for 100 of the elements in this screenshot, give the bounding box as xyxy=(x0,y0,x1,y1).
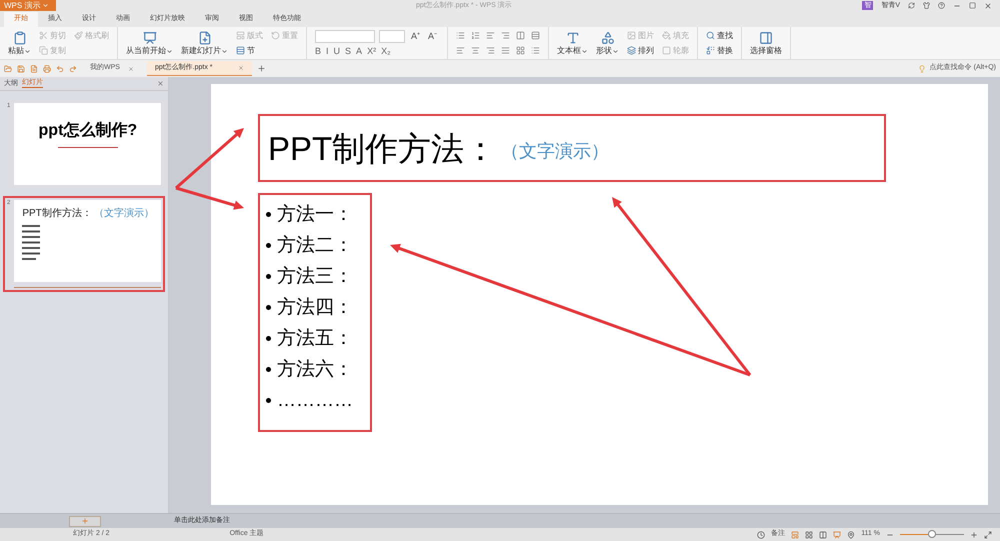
image-icon[interactable] xyxy=(627,31,636,40)
bullet-icon xyxy=(266,274,271,279)
undo-icon[interactable] xyxy=(56,64,64,72)
sync-icon[interactable] xyxy=(908,2,915,9)
thumbnail-title: PPT制作方法： xyxy=(22,206,92,221)
copy-icon[interactable] xyxy=(39,46,48,55)
format-button[interactable]: B xyxy=(315,47,322,56)
zoom-in-icon[interactable] xyxy=(970,530,978,538)
plus-icon xyxy=(80,517,88,525)
slideshow-icon[interactable] xyxy=(833,530,842,538)
ribbon-large-button[interactable]: 文本框 xyxy=(557,47,582,55)
ribbon-large-button[interactable]: 形状 xyxy=(596,47,612,55)
bullet-icon xyxy=(266,398,271,403)
bullet-item: 方法二： xyxy=(277,236,353,255)
document-icon[interactable] xyxy=(30,64,38,72)
bullet-item: 方法三： xyxy=(277,267,353,286)
new-tab-icon[interactable] xyxy=(256,64,266,73)
columns-view-icon[interactable] xyxy=(819,530,828,538)
shirt-icon[interactable] xyxy=(923,2,930,9)
paragraph-icon[interactable] xyxy=(456,31,466,40)
format-button[interactable]: I xyxy=(326,47,329,56)
content-placeholder[interactable]: 方法一： 方法二： 方法三： 方法四： 方法五： 方法六： ………… xyxy=(258,193,372,432)
paragraph-icon[interactable] xyxy=(471,31,480,40)
paragraph-icon[interactable] xyxy=(516,31,526,40)
new-page-icon[interactable] xyxy=(198,31,212,45)
format-button[interactable]: S xyxy=(345,47,352,56)
paragraph-icon[interactable] xyxy=(501,31,510,40)
brush-icon[interactable] xyxy=(74,31,83,40)
close-icon[interactable] xyxy=(238,65,244,71)
bullet-icon xyxy=(266,212,271,217)
bullet-icon xyxy=(266,305,271,310)
bullet-item: ………… xyxy=(277,391,353,410)
scissors-icon[interactable] xyxy=(39,31,48,40)
ribbon-small-button[interactable]: 替换 xyxy=(717,46,734,54)
caret-icon[interactable] xyxy=(24,48,31,54)
ribbon-large-button[interactable]: 从当前开始 xyxy=(126,47,166,55)
title-placeholder[interactable]: PPT制作方法：（文字演示） xyxy=(258,114,886,182)
format-button[interactable]: X² xyxy=(367,47,376,56)
format-button[interactable]: U xyxy=(334,47,340,56)
fit-window-icon[interactable] xyxy=(984,530,992,538)
grid-view-icon[interactable] xyxy=(805,530,814,538)
panel-icon[interactable] xyxy=(759,31,774,45)
bullet-icon xyxy=(266,336,271,341)
paragraph-icon[interactable] xyxy=(471,46,480,55)
layout-icon[interactable] xyxy=(236,31,245,40)
outline-icon[interactable] xyxy=(662,46,672,55)
bucket-icon[interactable] xyxy=(662,31,672,40)
zoom-thumb[interactable] xyxy=(928,530,936,538)
rows-icon[interactable] xyxy=(236,46,245,55)
slide-subtitle: （文字演示） xyxy=(501,140,610,162)
projector-icon[interactable] xyxy=(142,31,156,45)
close-icon[interactable] xyxy=(157,80,164,87)
paragraph-icon[interactable] xyxy=(501,46,510,55)
caret-icon[interactable] xyxy=(42,2,50,9)
paragraph-icon[interactable] xyxy=(531,46,540,55)
ribbon-small-button[interactable]: 排列 xyxy=(638,46,654,54)
paragraph-icon[interactable] xyxy=(456,46,466,55)
paragraph-icon[interactable] xyxy=(516,46,526,55)
text-icon[interactable] xyxy=(566,31,580,45)
folder-icon[interactable] xyxy=(4,64,12,72)
ribbon-large-button[interactable]: 选择窗格 xyxy=(750,47,782,55)
font-size-button[interactable]: A⁻ xyxy=(426,30,440,44)
close-icon[interactable] xyxy=(128,66,134,72)
paragraph-icon[interactable] xyxy=(486,31,496,40)
history-icon[interactable] xyxy=(757,530,766,538)
printer-icon[interactable] xyxy=(43,64,51,72)
font-size-field[interactable] xyxy=(379,30,405,43)
ribbon-large-button[interactable]: 粘贴 xyxy=(8,47,24,55)
reset-icon[interactable] xyxy=(271,31,280,40)
paragraph-icon[interactable] xyxy=(486,46,496,55)
pin-icon[interactable] xyxy=(847,530,856,538)
thumbnail-title: ppt怎么制作? xyxy=(38,120,138,141)
caret-icon[interactable] xyxy=(166,48,173,54)
help-icon[interactable] xyxy=(938,2,945,9)
caret-icon[interactable] xyxy=(612,48,620,54)
search-icon[interactable] xyxy=(706,31,716,40)
format-button[interactable]: X₂ xyxy=(381,47,391,56)
bullet-item: 方法五： xyxy=(277,329,353,348)
bullet-icon xyxy=(266,243,271,248)
subtitle-line-drawing xyxy=(58,147,118,148)
shapes-icon[interactable] xyxy=(600,31,615,45)
normal-view-icon[interactable] xyxy=(791,530,800,538)
clipboard-icon[interactable] xyxy=(12,31,26,45)
thumbnail-subtitle: （文字演示） xyxy=(94,206,154,221)
paragraph-icon[interactable] xyxy=(531,31,540,40)
ribbon-small-button[interactable]: 查找 xyxy=(717,32,734,40)
format-button[interactable]: A xyxy=(356,47,362,56)
ribbon-small-button[interactable]: 节 xyxy=(247,46,255,54)
layers-icon[interactable] xyxy=(627,46,636,55)
maximize-icon[interactable] xyxy=(969,2,976,9)
replace-icon[interactable] xyxy=(706,46,716,55)
font-size-button[interactable]: A⁺ xyxy=(409,30,422,44)
add-slide-button[interactable] xyxy=(68,516,100,526)
ribbon-large-button[interactable]: 新建幻灯片 xyxy=(181,47,221,55)
caret-icon[interactable] xyxy=(581,48,588,54)
redo-icon[interactable] xyxy=(69,64,77,72)
font-name-field[interactable] xyxy=(315,30,375,43)
save-icon[interactable] xyxy=(17,64,25,72)
caret-icon[interactable] xyxy=(221,48,228,54)
close-icon[interactable] xyxy=(984,2,992,10)
